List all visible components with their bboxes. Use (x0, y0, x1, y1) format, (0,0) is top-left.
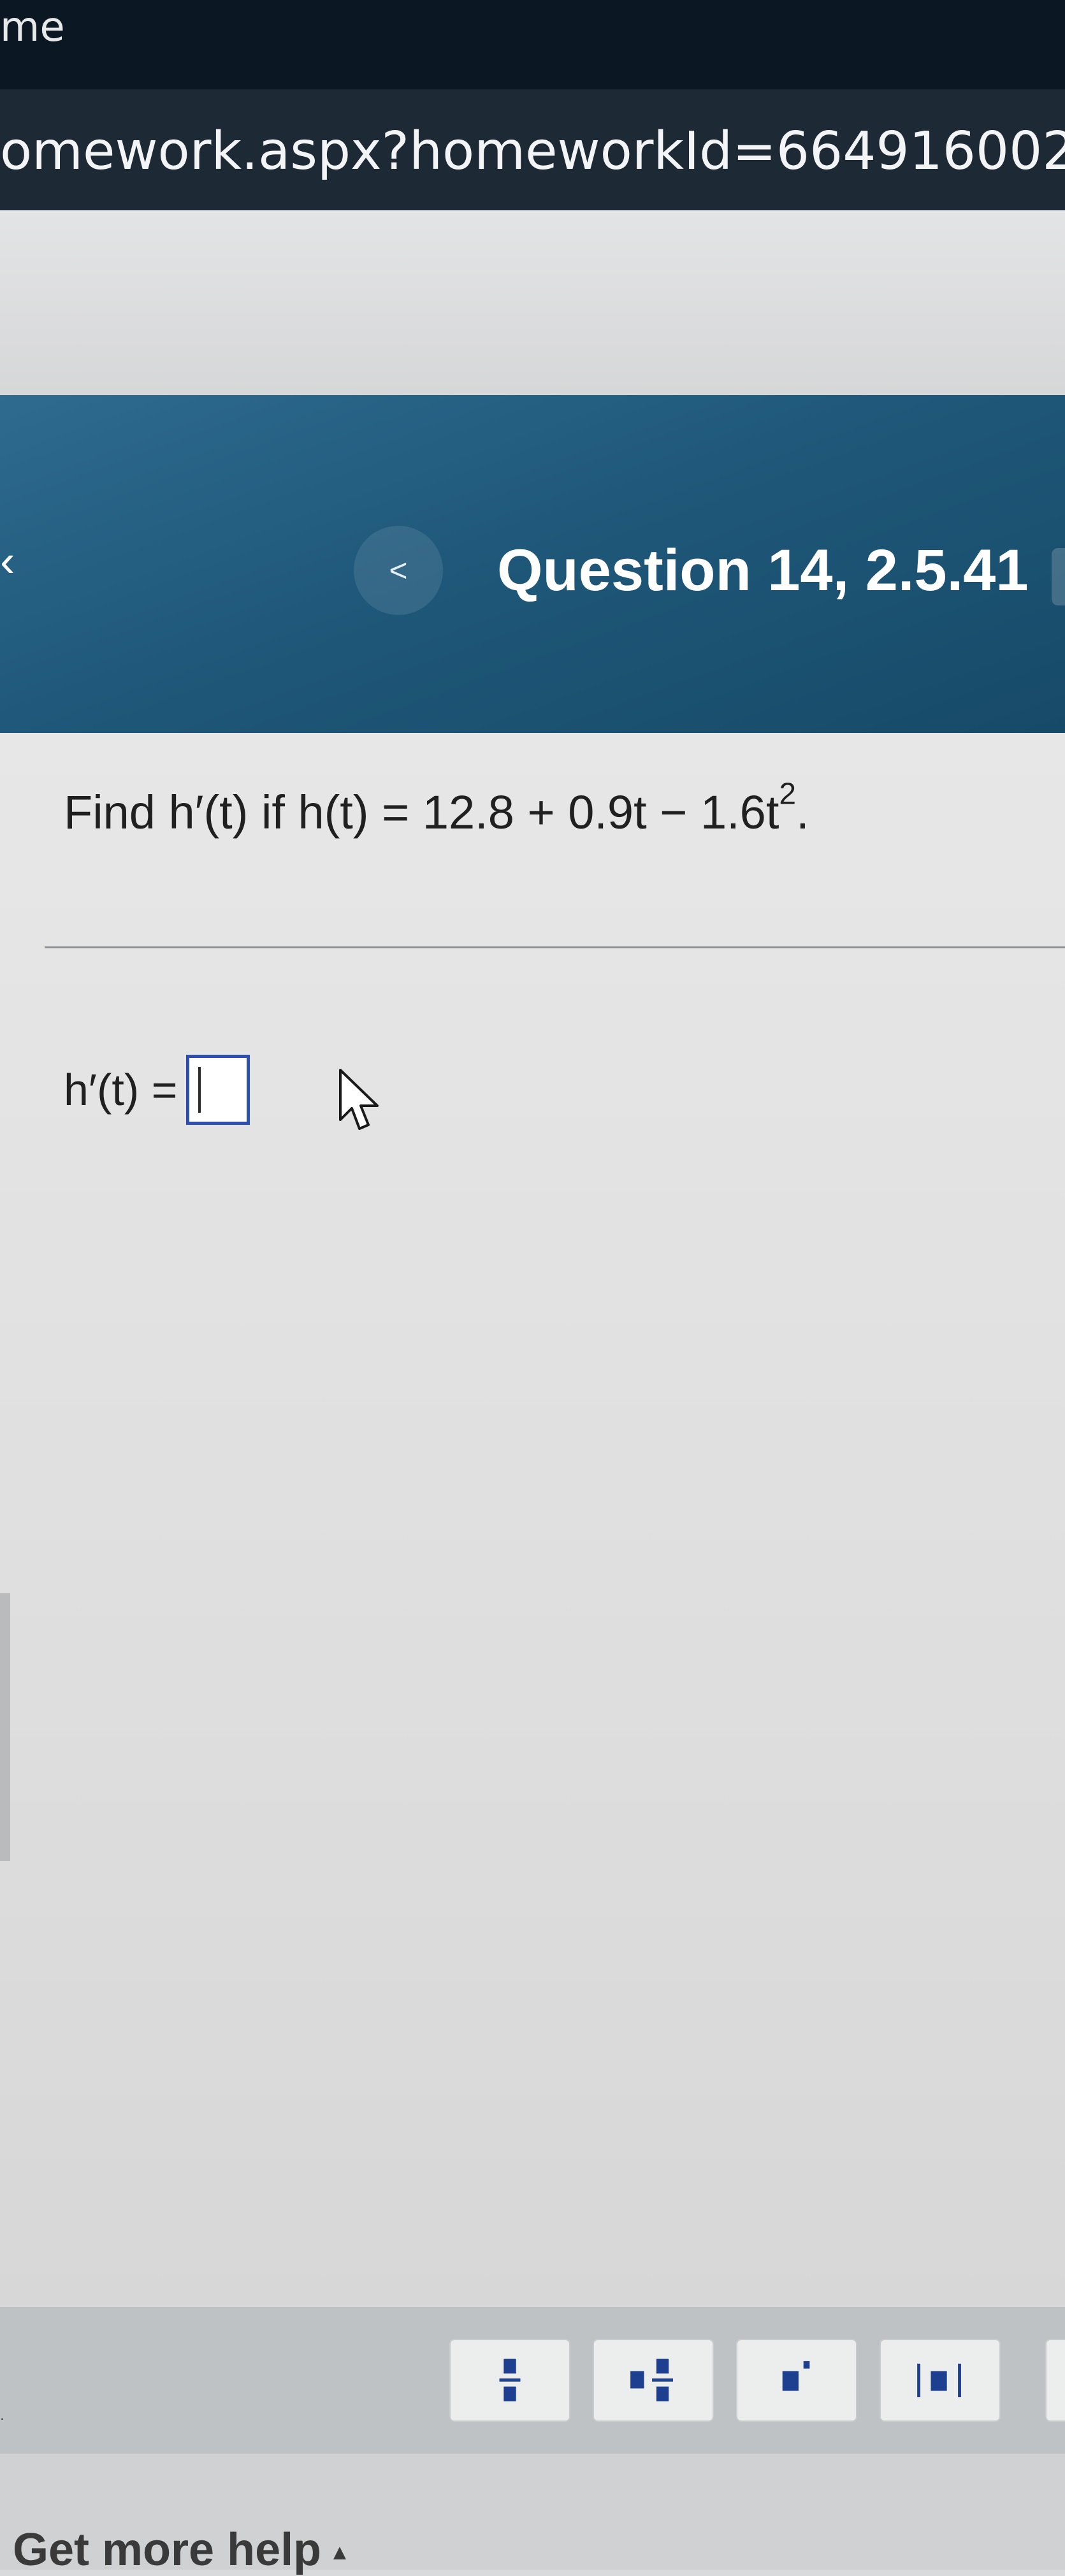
absolute-value-icon (917, 2363, 961, 2398)
problem-text: Find h′(t) if h(t) = 12.8 + 0.9t − 1.6t (64, 786, 779, 839)
question-content: Find h′(t) if h(t) = 12.8 + 0.9t − 1.6t2… (0, 733, 1065, 2307)
answer-input[interactable] (186, 1055, 250, 1125)
answer-label: h′(t) = (64, 1065, 178, 1115)
get-more-help-label: Get more help (13, 2524, 322, 2575)
toolbar-edge-mark: ˙ (0, 2415, 6, 2436)
footer: Get more help ▲ (0, 2454, 1065, 2575)
fraction-button[interactable] (449, 2339, 570, 2422)
browser-tab-bar: me (0, 0, 1065, 89)
browser-address-bar[interactable]: omework.aspx?homeworkId=664916002&questi… (0, 89, 1065, 210)
scroll-indicator[interactable] (0, 1593, 10, 1861)
question-title: Question 14, 2.5.41 (497, 538, 1029, 603)
problem-exponent: 2 (779, 777, 797, 811)
more-tools-button[interactable] (1045, 2339, 1065, 2422)
divider (45, 946, 1065, 948)
math-toolbar: ˙ (0, 2307, 1065, 2454)
mouse-pointer-icon (339, 1069, 379, 1130)
next-question-button-edge[interactable] (1052, 548, 1065, 605)
mixed-number-icon (630, 2359, 674, 2401)
previous-panel-icon[interactable]: ‹ (0, 539, 14, 583)
url-text[interactable]: omework.aspx?homeworkId=664916002&questi… (0, 121, 1065, 182)
text-caret (198, 1067, 201, 1113)
exponent-button[interactable] (736, 2339, 857, 2422)
answer-row: h′(t) = (64, 1045, 250, 1134)
chevron-left-icon: < (389, 553, 408, 588)
page-top-band (0, 210, 1065, 395)
mixed-number-button[interactable] (593, 2339, 714, 2422)
fraction-icon (499, 2359, 521, 2401)
exponent-icon (782, 2361, 810, 2391)
previous-question-button[interactable]: < (354, 526, 443, 615)
problem-period: . (796, 786, 809, 839)
get-more-help-button[interactable]: Get more help ▲ (13, 2524, 351, 2576)
caret-up-icon: ▲ (329, 2540, 351, 2565)
question-header: ‹ < Question 14, 2.5.41 (0, 395, 1065, 733)
absolute-value-button[interactable] (880, 2339, 1001, 2422)
browser-tab-title[interactable]: me (0, 4, 65, 51)
problem-statement: Find h′(t) if h(t) = 12.8 + 0.9t − 1.6t2… (64, 768, 809, 857)
